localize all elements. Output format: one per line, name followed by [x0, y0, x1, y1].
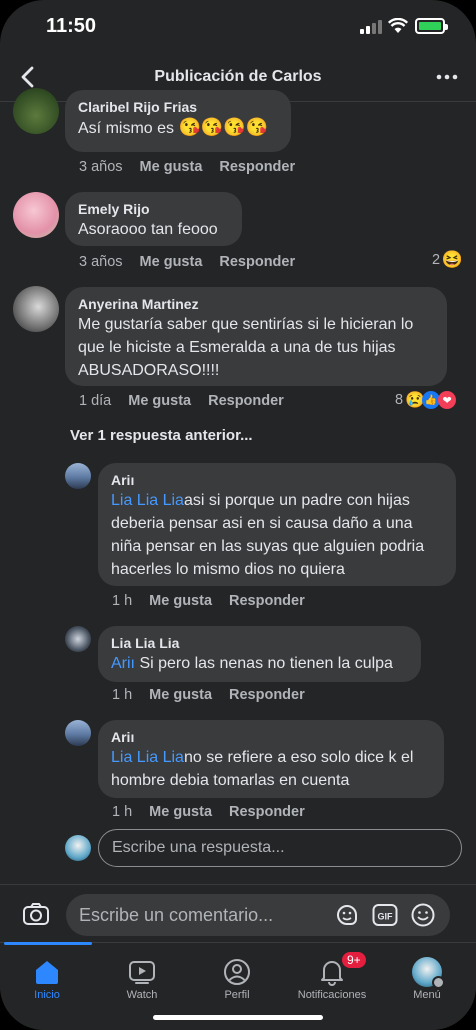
page-title: Publicación de Carlos [154, 68, 322, 85]
view-previous-replies-link[interactable]: Ver 1 respuesta anterior... [70, 427, 253, 444]
comment-actions: 1 día Me gusta Responder [79, 393, 284, 409]
tab-inicio[interactable]: Inicio [0, 955, 94, 1001]
like-button[interactable]: Me gusta [140, 254, 203, 270]
comment-bubble: Emely Rijo Asoraooo tan feooo [65, 192, 242, 246]
reply-author[interactable]: Ariı [111, 471, 443, 489]
menu-lines-icon [432, 976, 445, 989]
comment-bubble: Anyerina Martinez Me gustaría saber que … [65, 287, 447, 386]
reply-button[interactable]: Responder [229, 804, 305, 820]
active-tab-indicator [4, 942, 92, 945]
reply-button[interactable]: Responder [229, 593, 305, 609]
kiss-emoji: 😘😘😘😘 [178, 117, 269, 137]
comment-actions: 3 años Me gusta Responder [79, 254, 295, 270]
watch-icon [129, 961, 155, 984]
like-button[interactable]: Me gusta [128, 393, 191, 409]
comment-time: 1 día [79, 393, 112, 409]
emoji-icon[interactable] [410, 902, 436, 928]
comment-text: Me gustaría saber que sentirías si le hi… [78, 316, 414, 379]
notification-badge: 9+ [340, 950, 368, 970]
home-indicator [153, 1015, 323, 1020]
haha-reaction-icon: 😆 [441, 250, 463, 269]
mention-link[interactable]: Lia Lia Lia [111, 749, 184, 766]
comment-input-placeholder: Escribe un comentario... [79, 905, 274, 925]
status-bar: 11:50 [0, 0, 476, 56]
tab-label: Perfil [224, 989, 250, 1001]
reply-input[interactable]: Escribe una respuesta... [98, 829, 462, 867]
reply-actions: 1 h Me gusta Responder [112, 687, 305, 703]
avatar[interactable] [13, 88, 59, 134]
gif-icon[interactable]: GIF [372, 902, 398, 928]
tab-label: Menú [413, 989, 441, 1001]
battery-icon [415, 18, 448, 34]
user-avatar [65, 835, 91, 861]
comment-author[interactable]: Claribel Rijo Frias [78, 98, 278, 116]
love-reaction-icon: ❤ [438, 391, 457, 409]
tab-menu[interactable]: Menú [380, 955, 474, 1001]
avatar[interactable] [65, 463, 91, 489]
comment-time: 3 años [79, 254, 123, 270]
reply-bubble: Ariı Lia Lia Liaasi si porque un padre c… [98, 463, 456, 586]
reaction-summary[interactable]: 2 😆 [432, 250, 463, 269]
reply-time: 1 h [112, 804, 133, 820]
avatar[interactable] [65, 720, 91, 746]
comment-actions: 3 años Me gusta Responder [79, 159, 295, 175]
tab-label: Notificaciones [297, 989, 367, 1001]
reply-bubble: Lia Lia Lia Ariı Si pero las nenas no ti… [98, 626, 421, 682]
reply-time: 1 h [112, 687, 133, 703]
mention-link[interactable]: Ariı [111, 655, 135, 672]
signal-icon [360, 20, 382, 34]
comment-time: 3 años [79, 159, 123, 175]
phone-screen: 11:50 Publicación de Carlos Claribel Rij… [0, 0, 476, 1030]
sticker-icon[interactable] [334, 902, 360, 928]
tab-label: Watch [126, 989, 158, 1001]
comment-bubble: Claribel Rijo Frias Así mismo es 😘😘😘😘 [65, 90, 291, 152]
reaction-count: 8 [395, 392, 404, 408]
comment-author[interactable]: Anyerina Martinez [78, 295, 434, 313]
tab-perfil[interactable]: Perfil [190, 955, 284, 1001]
reply-actions: 1 h Me gusta Responder [112, 593, 305, 609]
status-time: 11:50 [46, 15, 97, 37]
profile-icon [224, 959, 250, 985]
like-button[interactable]: Me gusta [149, 687, 212, 703]
reply-text: Si pero las nenas no tienen la culpa [135, 655, 393, 672]
reply-button[interactable]: Responder [219, 254, 295, 270]
home-icon [36, 961, 58, 984]
comment-text: Así mismo es [78, 120, 175, 137]
like-button[interactable]: Me gusta [149, 593, 212, 609]
reply-author[interactable]: Lia Lia Lia [111, 634, 408, 652]
menu-avatar-icon [412, 957, 445, 989]
more-options-icon[interactable] [436, 67, 458, 87]
tab-label: Inicio [34, 989, 60, 1001]
reply-button[interactable]: Responder [219, 159, 295, 175]
avatar[interactable] [13, 286, 59, 332]
reply-button[interactable]: Responder [208, 393, 284, 409]
reply-bubble: Ariı Lia Lia Liano se refiere a eso solo… [98, 720, 444, 798]
comment-input[interactable]: Escribe un comentario... GIF [66, 894, 450, 936]
gif-label: GIF [378, 912, 394, 922]
reaction-count: 2 [432, 252, 441, 268]
wifi-icon [388, 18, 408, 33]
like-button[interactable]: Me gusta [149, 804, 212, 820]
comment-author[interactable]: Emely Rijo [78, 200, 229, 218]
reaction-summary[interactable]: 8 😢 👍 ❤ [395, 391, 457, 409]
reply-author[interactable]: Ariı [111, 728, 431, 746]
avatar[interactable] [13, 192, 59, 238]
comment-text: Asoraooo tan feooo [78, 221, 218, 238]
reply-button[interactable]: Responder [229, 687, 305, 703]
tab-watch[interactable]: Watch [95, 955, 189, 1001]
camera-icon[interactable] [22, 902, 50, 926]
like-button[interactable]: Me gusta [140, 159, 203, 175]
avatar[interactable] [65, 626, 91, 652]
reply-actions: 1 h Me gusta Responder [112, 804, 305, 820]
tab-notificaciones[interactable]: 9+ Notificaciones [285, 950, 379, 1001]
comment-composer: Escribe un comentario... GIF [0, 884, 476, 942]
reply-time: 1 h [112, 593, 133, 609]
mention-link[interactable]: Lia Lia Lia [111, 492, 184, 509]
